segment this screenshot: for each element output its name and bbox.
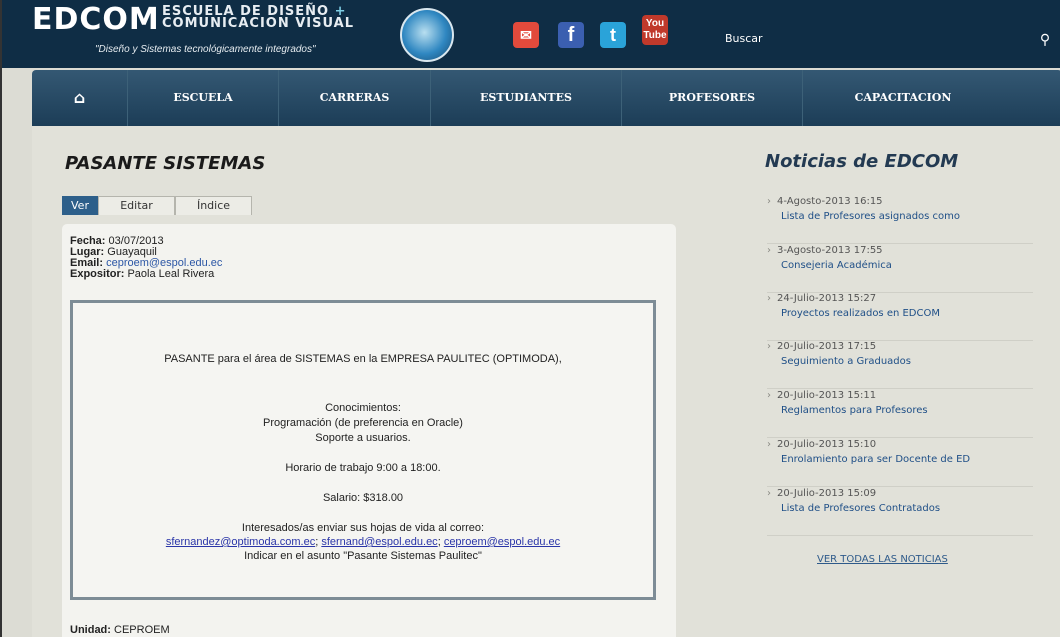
news-link[interactable]: Consejeria Académica bbox=[781, 260, 1036, 271]
expositor-label: Expositor: bbox=[70, 268, 125, 280]
news-item: › 3-Agosto-2013 17:55 Consejeria Académic… bbox=[767, 245, 1033, 293]
logo-line2: COMUNICACION VISUAL bbox=[162, 16, 354, 31]
page-title: PASANTE SISTEMAS bbox=[65, 153, 266, 174]
nav-item-capacitacion[interactable]: CAPACITACION bbox=[803, 70, 1003, 126]
news-date: 20-Julio-2013 15:10 bbox=[777, 439, 877, 450]
news-date: 24-Julio-2013 15:27 bbox=[777, 293, 877, 304]
event-card: Fecha: 03/07/2013 Lugar: Guayaquil Email… bbox=[62, 224, 676, 637]
news-link[interactable]: Reglamentos para Profesores bbox=[781, 405, 1036, 416]
chevron-right-icon: › bbox=[767, 196, 771, 207]
news-item: › 20-Julio-2013 15:09 Lista de Profesores… bbox=[767, 488, 1033, 536]
event-meta: Fecha: 03/07/2013 Lugar: Guayaquil Email… bbox=[70, 236, 222, 280]
unidad-value: CEPROEM bbox=[114, 624, 170, 636]
all-news-link[interactable]: VER TODAS LAS NOTICIAS bbox=[817, 554, 948, 565]
chevron-right-icon: › bbox=[767, 390, 771, 401]
news-link[interactable]: Lista de Profesores Contratados bbox=[781, 503, 1036, 514]
news-item: › 20-Julio-2013 15:10 Enrolamiento para s… bbox=[767, 439, 1033, 487]
nav-item-estudiantes[interactable]: ESTUDIANTES bbox=[431, 70, 622, 126]
logo-subtitle: ESCUELA DE DISEÑO + COMUNICACION VISUAL bbox=[162, 4, 354, 31]
mail-icon[interactable]: ✉ bbox=[513, 22, 539, 48]
expositor-value: Paola Leal Rivera bbox=[127, 268, 215, 280]
news-date: 20-Julio-2013 15:09 bbox=[777, 488, 877, 499]
news-item: › 24-Julio-2013 15:27 Proyectos realizado… bbox=[767, 293, 1033, 341]
email-link[interactable]: sfernand@espol.edu.ec bbox=[321, 536, 437, 548]
news-item: › 20-Julio-2013 15:11 Reglamentos para Pr… bbox=[767, 390, 1033, 438]
search-label: Buscar bbox=[725, 32, 763, 45]
main-content: PASANTE SISTEMAS Ver Editar Índice Fecha… bbox=[32, 126, 1060, 637]
chevron-right-icon: › bbox=[767, 245, 771, 256]
nav-home-icon[interactable]: ⌂ bbox=[32, 70, 128, 126]
email-link[interactable]: ceproem@espol.edu.ec bbox=[444, 536, 560, 548]
nav-item-escuela[interactable]: ESCUELA bbox=[128, 70, 279, 126]
notice-line: Soporte a usuarios. bbox=[315, 432, 411, 444]
notice-line: Indicar en el asunto "Pasante Sistemas P… bbox=[244, 550, 482, 562]
notice-line: PASANTE para el área de SISTEMAS en la E… bbox=[164, 353, 562, 365]
news-date: 20-Julio-2013 17:15 bbox=[777, 341, 877, 352]
news-link[interactable]: Enrolamiento para ser Docente de ED bbox=[781, 454, 1036, 465]
notice-line: Programación (de preferencia en Oracle) bbox=[263, 417, 463, 429]
nav-item-profesores[interactable]: PROFESORES bbox=[622, 70, 803, 126]
notice-emails: sfernandez@optimoda.com.ec; sfernand@esp… bbox=[165, 536, 561, 548]
chevron-right-icon: › bbox=[767, 293, 771, 304]
news-link[interactable]: Lista de Profesores asignados como bbox=[781, 211, 1036, 222]
chevron-right-icon: › bbox=[767, 488, 771, 499]
search-input[interactable] bbox=[785, 23, 1033, 57]
news-item: › 4-Agosto-2013 16:15 Lista de Profesores… bbox=[767, 196, 1033, 244]
news-item: › 20-Julio-2013 17:15 Seguimiento a Gradu… bbox=[767, 341, 1033, 389]
tab-editar[interactable]: Editar bbox=[98, 196, 175, 215]
search-icon[interactable]: ⚲ bbox=[1033, 23, 1057, 57]
unidad-label: Unidad: bbox=[70, 624, 111, 636]
browser-viewport: EDCOM ESCUELA DE DISEÑO + COMUNICACION V… bbox=[0, 0, 1060, 637]
news-title: Noticias de EDCOM bbox=[765, 151, 959, 172]
tagline: "Diseño y Sistemas tecnológicamente inte… bbox=[95, 44, 316, 55]
chevron-right-icon: › bbox=[767, 341, 771, 352]
facebook-icon[interactable]: f bbox=[558, 22, 584, 48]
notice-line: Interesados/as enviar sus hojas de vida … bbox=[241, 522, 485, 534]
news-date: 3-Agosto-2013 17:55 bbox=[777, 245, 883, 256]
job-notice: PASANTE para el área de SISTEMAS en la E… bbox=[70, 300, 656, 600]
nav-item-carreras[interactable]: CARRERAS bbox=[279, 70, 431, 126]
site-header: EDCOM ESCUELA DE DISEÑO + COMUNICACION V… bbox=[2, 0, 1060, 68]
main-nav: ⌂ ESCUELA CARRERAS ESTUDIANTES PROFESORE… bbox=[32, 70, 1060, 126]
notice-line: Horario de trabajo 9:00 a 18:00. bbox=[285, 462, 441, 474]
unidad: Unidad: CEPROEM bbox=[70, 624, 170, 636]
news-date: 4-Agosto-2013 16:15 bbox=[777, 196, 883, 207]
notice-line: Conocimientos: bbox=[325, 402, 401, 414]
tab-indice[interactable]: Índice bbox=[175, 196, 252, 215]
espol-seal-logo[interactable] bbox=[400, 8, 454, 62]
notice-line: Salario: $318.00 bbox=[322, 492, 404, 504]
email-link[interactable]: sfernandez@optimoda.com.ec bbox=[166, 536, 315, 548]
news-link[interactable]: Seguimiento a Graduados bbox=[781, 356, 1036, 367]
youtube-icon[interactable]: You Tube bbox=[642, 15, 668, 45]
tab-ver[interactable]: Ver bbox=[62, 196, 98, 215]
chevron-right-icon: › bbox=[767, 439, 771, 450]
news-date: 20-Julio-2013 15:11 bbox=[777, 390, 877, 401]
edcom-logo[interactable]: EDCOM bbox=[32, 2, 160, 37]
twitter-icon[interactable]: t bbox=[600, 22, 626, 48]
news-link[interactable]: Proyectos realizados en EDCOM bbox=[781, 308, 1036, 319]
